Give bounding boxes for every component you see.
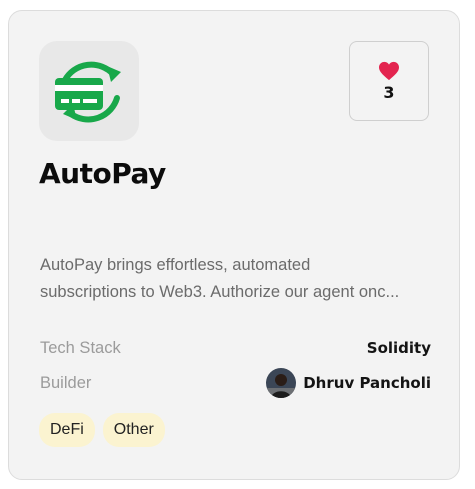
card-refresh-icon (55, 61, 121, 123)
tag-defi[interactable]: DeFi (39, 413, 95, 447)
description-line: AutoPay brings effortless, automated (40, 256, 311, 274)
tech-stack-row: Tech Stack Solidity (40, 335, 431, 361)
project-logo (39, 41, 139, 141)
description-line: subscriptions to Web3. Authorize our age… (40, 283, 400, 301)
builder-link[interactable]: Dhruv Pancholi (266, 368, 431, 398)
tag-list: DeFi Other (39, 413, 165, 447)
tech-stack-value: Solidity (366, 339, 431, 357)
tag-other[interactable]: Other (102, 413, 165, 447)
like-button[interactable]: 3 (349, 41, 429, 121)
avatar (266, 368, 297, 398)
project-card[interactable]: 3 AutoPay AutoPay brings effortless, aut… (8, 10, 460, 480)
heart-icon (379, 61, 399, 80)
builder-name: Dhruv Pancholi (303, 374, 431, 392)
project-description: AutoPay brings effortless, automated sub… (40, 252, 432, 306)
project-title: AutoPay (39, 157, 166, 190)
tech-stack-label: Tech Stack (40, 338, 121, 357)
builder-label: Builder (40, 373, 92, 392)
like-count: 3 (383, 82, 395, 102)
builder-row: Builder Dhruv Pancholi (40, 368, 431, 398)
